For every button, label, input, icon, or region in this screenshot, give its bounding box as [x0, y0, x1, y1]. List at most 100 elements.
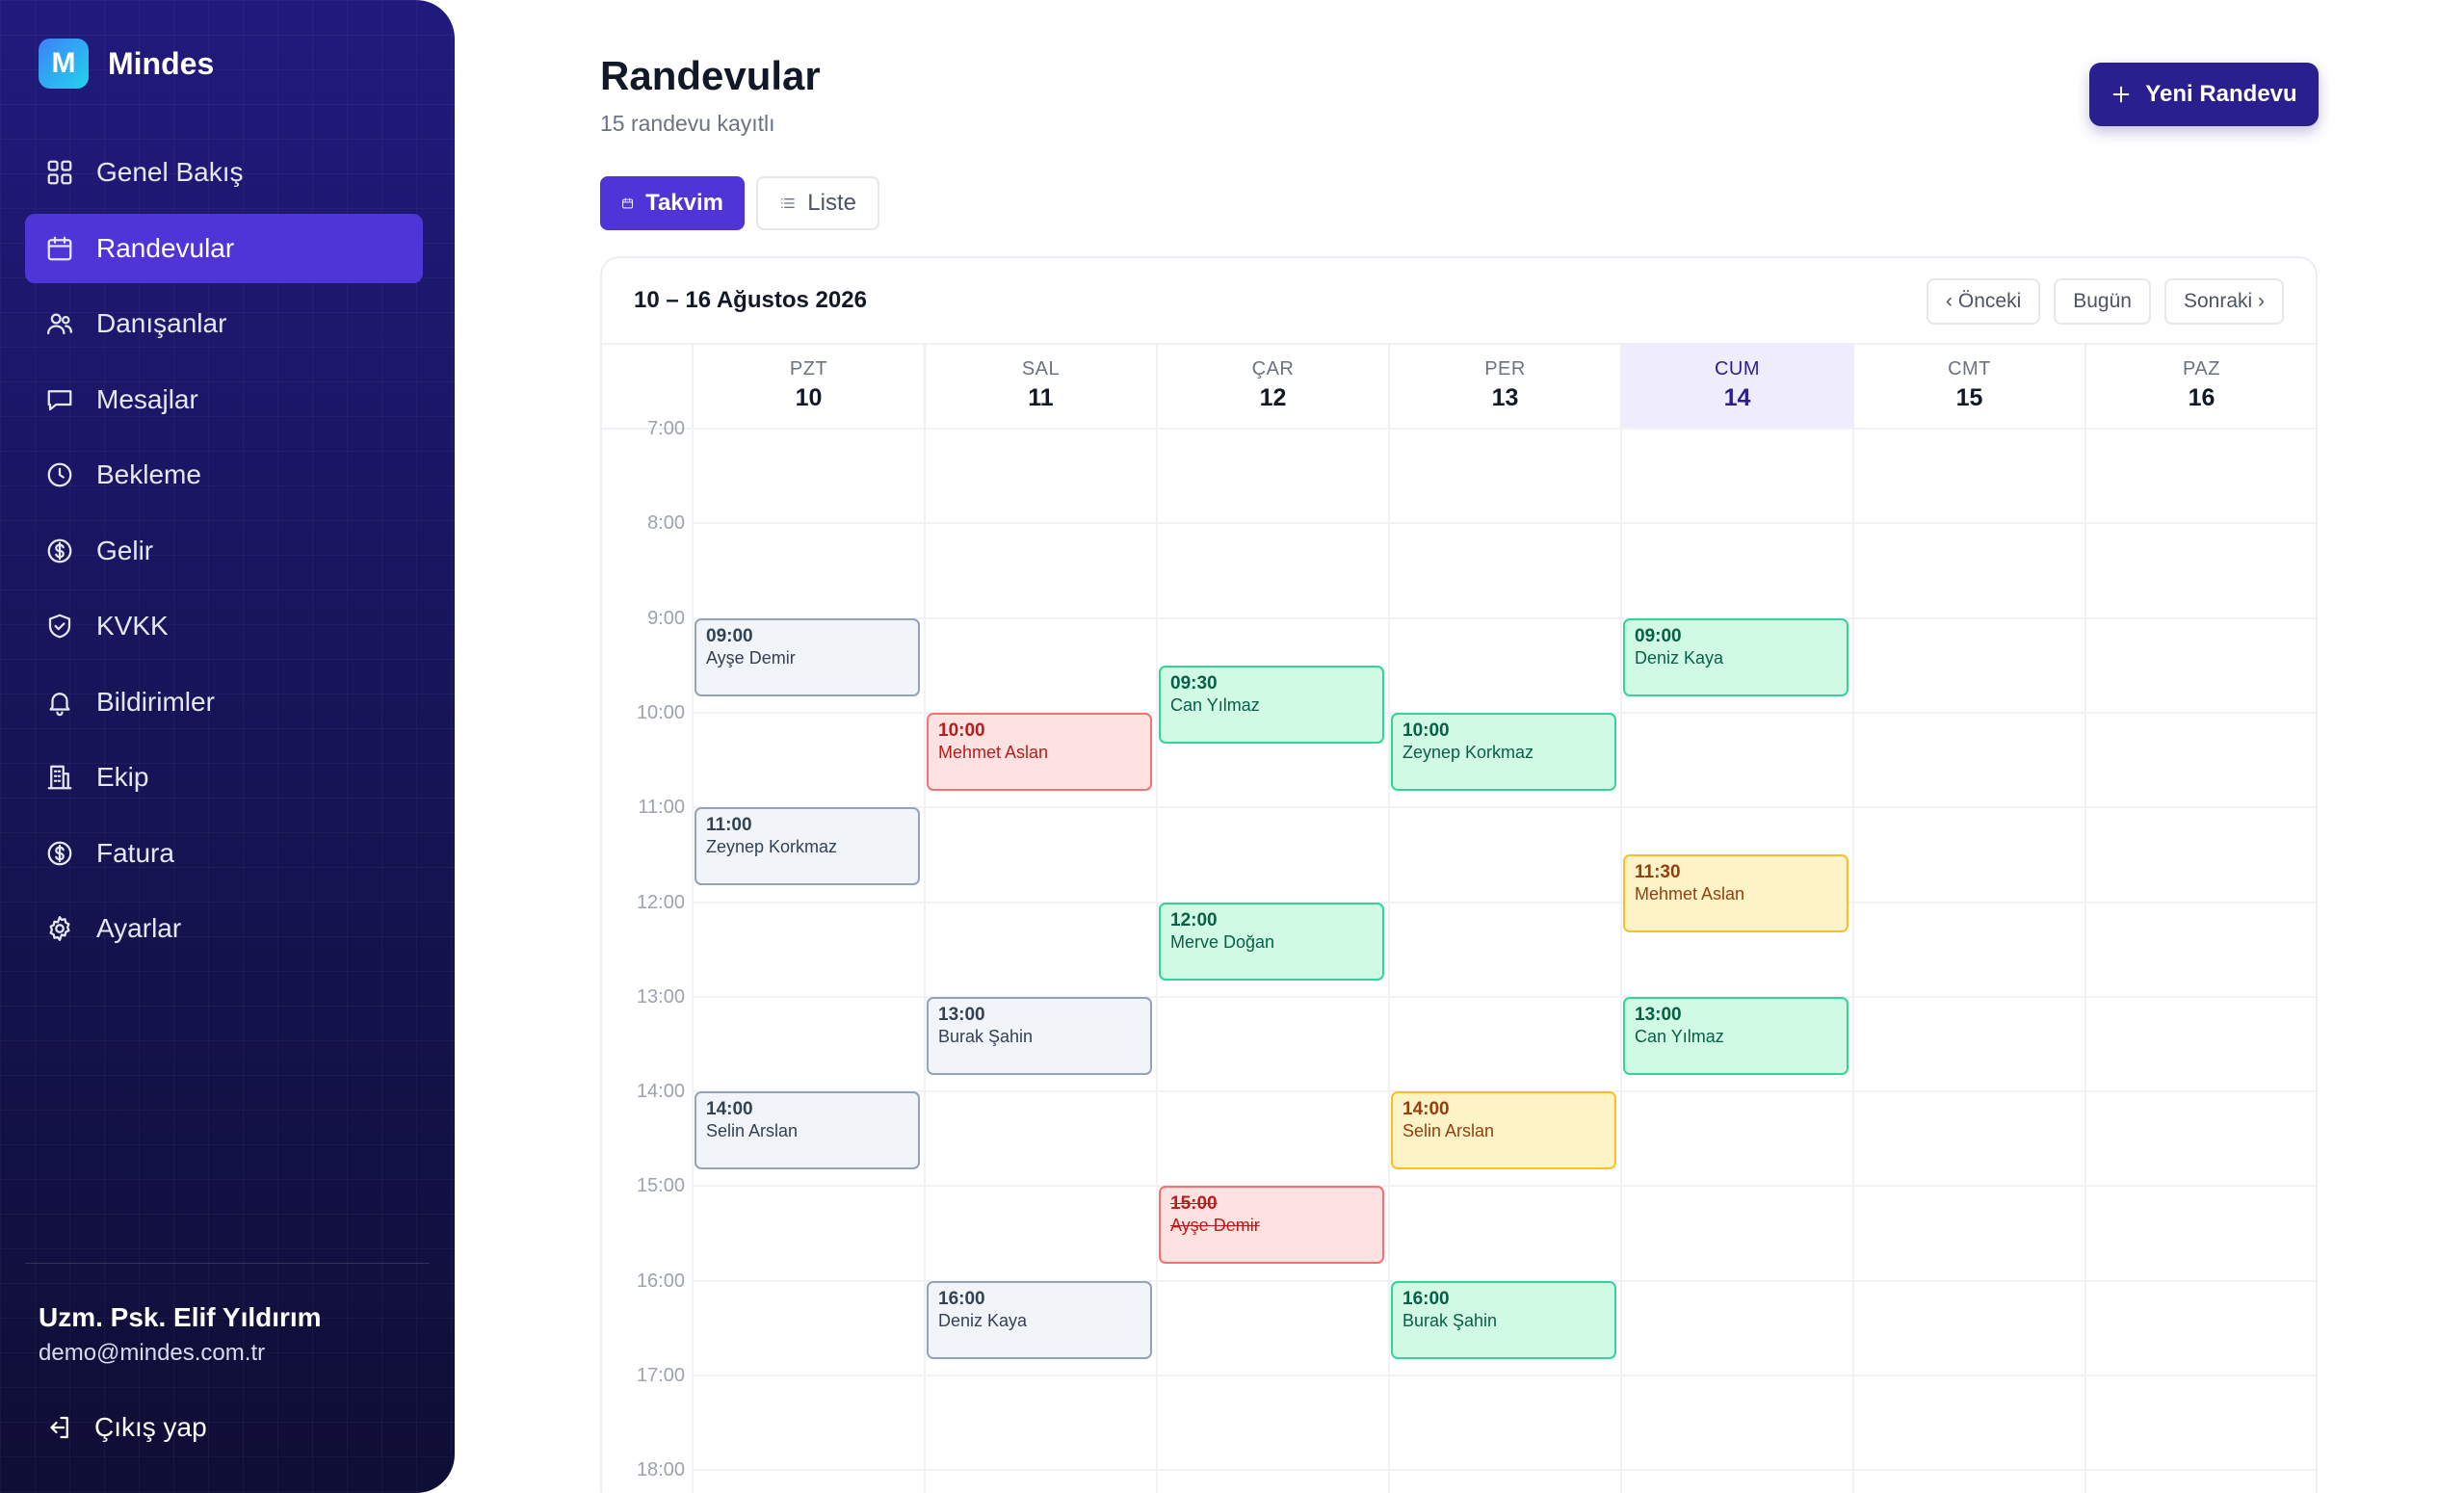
- sidebar-item-label: Randevular: [96, 232, 235, 263]
- hour-label: 17:00: [636, 1365, 685, 1386]
- calendar-icon: [44, 233, 75, 264]
- calendar-card: 10 – 16 Ağustos 2026 ‹ Önceki Bugün Sonr…: [600, 256, 2318, 1493]
- sidebar-item-label: KVKK: [96, 611, 169, 641]
- new-appointment-button[interactable]: Yeni Randevu: [2089, 63, 2319, 126]
- prev-week-button[interactable]: ‹ Önceki: [1927, 278, 2041, 325]
- appointment-card[interactable]: 15:00 Ayşe Demir: [1159, 1186, 1384, 1265]
- list-icon: [780, 198, 795, 208]
- hour-label: 9:00: [647, 607, 685, 629]
- sidebar-item-mesajlar[interactable]: Mesajlar: [25, 365, 423, 434]
- tab-calendar-label: Takvim: [645, 190, 723, 216]
- day-name: CMT: [1948, 358, 1991, 380]
- sidebar-item-ayarlar[interactable]: Ayarlar: [25, 894, 423, 963]
- day-header[interactable]: PER 13: [1388, 343, 1620, 428]
- sidebar-item-fatura[interactable]: Fatura: [25, 819, 423, 888]
- appointment-time: 15:00: [1170, 1193, 1218, 1215]
- day-header[interactable]: SAL 11: [924, 343, 1156, 428]
- users-icon: [44, 308, 75, 339]
- sidebar-item-genel-bakis[interactable]: Genel Bakış: [25, 138, 423, 207]
- appointment-card[interactable]: 13:00 Can Yılmaz: [1623, 996, 1848, 1075]
- appointment-card[interactable]: 09:30 Can Yılmaz: [1159, 665, 1384, 744]
- sidebar-item-label: Ayarlar: [96, 913, 182, 943]
- appointment-card[interactable]: 12:00 Merve Doğan: [1159, 902, 1384, 981]
- day-number: 15: [1955, 384, 1983, 411]
- appointment-time: 12:00: [1170, 909, 1218, 930]
- hour-label: 14:00: [636, 1081, 685, 1103]
- sidebar-item-ekip[interactable]: Ekip: [25, 743, 423, 812]
- day-column-line: [2084, 428, 2086, 1493]
- user-email: demo@mindes.com.tr: [39, 1340, 266, 1366]
- day-column-line: [924, 428, 926, 1493]
- day-header[interactable]: CMT 15: [1852, 343, 2084, 428]
- page-subtitle: 15 randevu kayıtlı: [600, 111, 775, 136]
- appointment-card[interactable]: 16:00 Burak Şahin: [1391, 1280, 1616, 1359]
- day-number: 11: [1028, 384, 1054, 411]
- user-name: Uzm. Psk. Elif Yıldırım: [39, 1302, 322, 1332]
- appointment-card[interactable]: 14:00 Selin Arslan: [1391, 1091, 1616, 1170]
- sidebar-item-label: Fatura: [96, 837, 174, 868]
- logout-button[interactable]: Çıkış yap: [44, 1412, 207, 1443]
- next-week-button[interactable]: Sonraki ›: [2163, 278, 2284, 325]
- appointment-client: Mehmet Aslan: [1635, 884, 1745, 904]
- sidebar-item-bildirimler[interactable]: Bildirimler: [25, 668, 423, 737]
- hour-label: 16:00: [636, 1270, 685, 1292]
- hour-label: 7:00: [647, 418, 685, 439]
- tab-list-label: Liste: [807, 190, 856, 216]
- week-grid: PZT 10 SAL 11 ÇAR 12 PER 13 CUM 14 CMT 15 PAZ 16 7:00 8…: [602, 343, 2316, 1493]
- dollar-icon: [44, 838, 75, 869]
- appointment-card[interactable]: 13:00 Burak Şahin: [927, 996, 1152, 1075]
- hour-label: 10:00: [636, 701, 685, 723]
- sidebar-item-randevular[interactable]: Randevular: [25, 213, 423, 283]
- today-button[interactable]: Bugün: [2054, 278, 2151, 325]
- hour-gridline: [692, 522, 2316, 525]
- hour-label: 11:00: [638, 797, 685, 819]
- appointment-client: Can Yılmaz: [1170, 694, 1260, 715]
- appointment-card[interactable]: 09:00 Deniz Kaya: [1623, 617, 1848, 696]
- appointment-card[interactable]: 10:00 Zeynep Korkmaz: [1391, 712, 1616, 791]
- appointment-time: 09:30: [1170, 672, 1218, 694]
- sidebar-item-label: Ekip: [96, 762, 149, 792]
- appointment-card[interactable]: 10:00 Mehmet Aslan: [927, 712, 1152, 791]
- day-header[interactable]: PZT 10: [692, 343, 924, 428]
- day-header[interactable]: CUM 14: [1620, 343, 1852, 428]
- day-name: PZT: [789, 358, 828, 380]
- day-header[interactable]: ÇAR 12: [1156, 343, 1388, 428]
- appointment-client: Zeynep Korkmaz: [1402, 742, 1534, 762]
- calendar-icon: [622, 197, 633, 209]
- sidebar-item-label: Danışanlar: [96, 308, 227, 338]
- calendar-nav: ‹ Önceki Bugün Sonraki ›: [1927, 278, 2284, 325]
- day-name: PAZ: [2183, 358, 2220, 380]
- appointment-card[interactable]: 16:00 Deniz Kaya: [927, 1280, 1152, 1359]
- clock-icon: [44, 459, 75, 490]
- appointment-client: Deniz Kaya: [1635, 647, 1724, 668]
- appointment-time: 14:00: [1402, 1099, 1450, 1120]
- tab-calendar[interactable]: Takvim: [600, 176, 745, 230]
- day-column-line: [692, 428, 694, 1493]
- brand[interactable]: M Mindes: [39, 39, 214, 89]
- bell-icon: [44, 687, 75, 718]
- sidebar-item-danisanlar[interactable]: Danışanlar: [25, 289, 423, 358]
- day-column-line: [1388, 428, 1390, 1493]
- view-toggle: Takvim Liste: [600, 176, 879, 230]
- shield-icon: [44, 611, 75, 642]
- hour-label: 8:00: [647, 512, 685, 535]
- day-column-line: [1620, 428, 1622, 1493]
- hour-gridline: [692, 428, 2316, 430]
- day-number: 13: [1491, 384, 1519, 411]
- logout-icon: [50, 1416, 68, 1439]
- logout-label: Çıkış yap: [94, 1412, 207, 1442]
- appointment-card[interactable]: 11:30 Mehmet Aslan: [1623, 854, 1848, 933]
- appointment-card[interactable]: 09:00 Ayşe Demir: [695, 617, 920, 696]
- brand-logo: M: [39, 39, 89, 89]
- sidebar-item-bekleme[interactable]: Bekleme: [25, 440, 423, 510]
- tab-list[interactable]: Liste: [756, 176, 879, 230]
- appointment-time: 09:00: [706, 625, 753, 646]
- day-number: 12: [1259, 384, 1287, 411]
- sidebar-item-kvkk[interactable]: KVKK: [25, 591, 423, 661]
- appointment-time: 16:00: [1402, 1288, 1450, 1309]
- hour-label: 15:00: [636, 1175, 685, 1197]
- sidebar-item-gelir[interactable]: Gelir: [25, 516, 423, 586]
- day-header[interactable]: PAZ 16: [2084, 343, 2316, 428]
- appointment-card[interactable]: 14:00 Selin Arslan: [695, 1091, 920, 1170]
- appointment-card[interactable]: 11:00 Zeynep Korkmaz: [695, 807, 920, 886]
